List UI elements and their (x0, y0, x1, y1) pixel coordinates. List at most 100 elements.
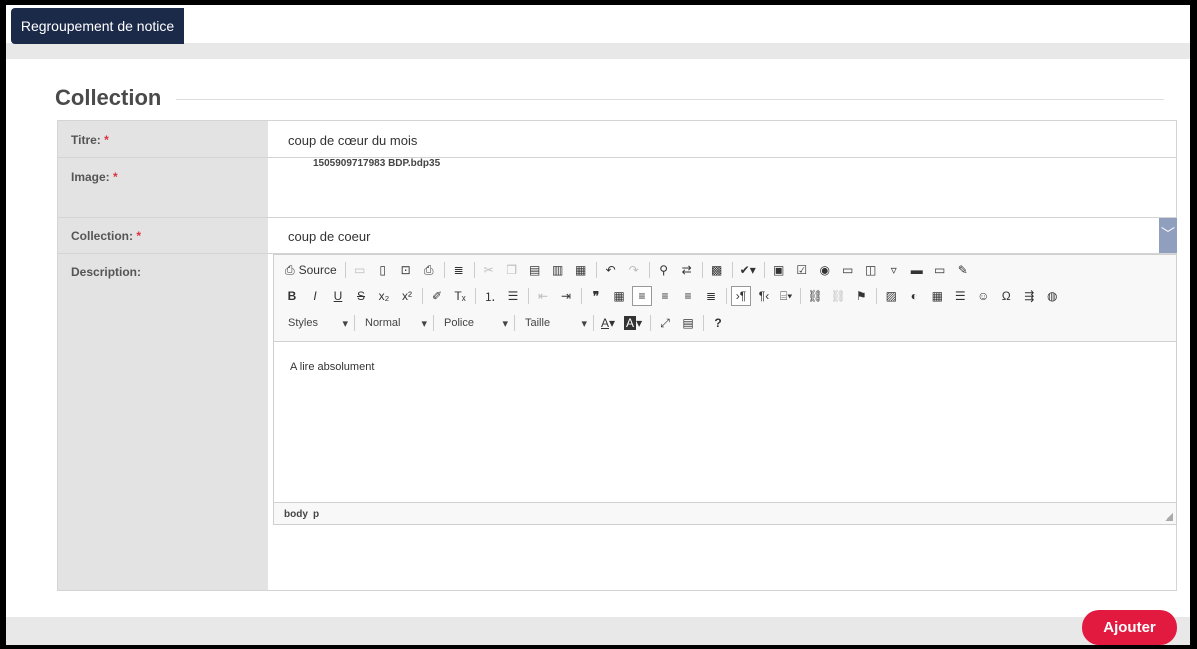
resize-handle-icon[interactable] (1165, 513, 1173, 521)
separator (475, 288, 476, 304)
description-label: Description: (71, 265, 142, 279)
indent-icon[interactable]: ⇥ (556, 286, 576, 306)
font-dropdown[interactable]: Police ▾ (438, 313, 512, 333)
format-dropdown[interactable]: Normal ▾ (359, 313, 431, 333)
section-divider (176, 99, 1164, 100)
flash-icon[interactable]: ◐ (904, 286, 924, 306)
spellcheck-icon[interactable]: ✔▾ (737, 260, 759, 280)
strike-icon[interactable]: S (351, 286, 371, 306)
collection-select[interactable]: coup de coeur (288, 229, 1148, 244)
replace-icon[interactable]: ⇄ (677, 260, 697, 280)
outdent-icon[interactable]: ⇤ (533, 286, 553, 306)
path-item-body[interactable]: body (284, 509, 308, 520)
show-blocks-icon[interactable]: ▤ (678, 313, 698, 333)
separator (800, 288, 802, 304)
form-icon[interactable]: ▣ (769, 260, 789, 280)
separator (763, 262, 765, 278)
smiley-icon[interactable]: ☺ (973, 286, 993, 306)
dropdown-arrow-icon: ▾ (502, 317, 508, 330)
justify-icon[interactable]: ≣ (701, 286, 721, 306)
anchor-icon[interactable]: ⚑ (851, 286, 871, 306)
toolbar-row-2: B I U S x₂ x² ✐ Tₓ ⒈ ☰ ⇤ ⇥ ❞ ▦ ≡ ≡ ≡ ≣ ›… (282, 285, 1065, 307)
divider (58, 157, 1176, 158)
image-label: Image: * (71, 170, 118, 184)
button-icon[interactable]: ▬ (907, 260, 927, 280)
divider (58, 217, 1176, 218)
separator (595, 262, 597, 278)
bold-icon[interactable]: B (282, 286, 302, 306)
textfield-icon[interactable]: ▭ (838, 260, 858, 280)
link-icon[interactable]: ⛓ (805, 286, 825, 306)
copy-format-icon[interactable]: ✐ (427, 286, 447, 306)
align-center-icon[interactable]: ≡ (655, 286, 675, 306)
ajouter-button[interactable]: Ajouter (1082, 610, 1177, 645)
editor-content[interactable]: A lire absolument (290, 361, 374, 373)
templates-icon[interactable]: ≣ (449, 260, 469, 280)
select-field-icon[interactable]: ▿ (884, 260, 904, 280)
print-icon[interactable]: ⎙ (419, 260, 439, 280)
redo-icon[interactable]: ↷ (624, 260, 644, 280)
unlink-icon[interactable]: ⛓ (828, 286, 848, 306)
maximize-icon[interactable]: ⤢ (655, 313, 675, 333)
italic-icon[interactable]: I (305, 286, 325, 306)
separator (726, 288, 727, 304)
dropdown-arrow-icon: ▾ (581, 317, 587, 330)
save-icon[interactable]: ▭ (350, 260, 370, 280)
separator (593, 315, 594, 331)
tab-regroupement-de-notice[interactable]: Regroupement de notice (11, 8, 184, 44)
language-icon[interactable]: ⌸▾ (777, 286, 795, 306)
path-item-p[interactable]: p (313, 509, 319, 520)
superscript-icon[interactable]: x² (397, 286, 417, 306)
separator (650, 315, 652, 331)
select-all-icon[interactable]: ▩ (707, 260, 727, 280)
help-icon[interactable]: ? (708, 313, 728, 333)
iframe-icon[interactable]: ◍ (1042, 286, 1062, 306)
image-button-icon[interactable]: ▭ (930, 260, 950, 280)
rtl-icon[interactable]: ¶‹ (754, 286, 774, 306)
horizontal-rule-icon[interactable]: ☰ (950, 286, 970, 306)
ltr-icon[interactable]: ›¶ (731, 286, 751, 306)
underline-icon[interactable]: U (328, 286, 348, 306)
paste-word-icon[interactable]: ▦ (571, 260, 591, 280)
numbered-list-icon[interactable]: ⒈ (480, 286, 500, 306)
separator (648, 262, 650, 278)
text-color-icon[interactable]: A ▾ (598, 313, 618, 333)
div-icon[interactable]: ▦ (609, 286, 629, 306)
preview-icon[interactable]: ⊡ (396, 260, 416, 280)
subscript-icon[interactable]: x₂ (374, 286, 394, 306)
size-dropdown[interactable]: Taille ▾ (519, 313, 591, 333)
section-title: Collection (55, 85, 162, 110)
cut-icon[interactable]: ✂ (479, 260, 499, 280)
image-icon[interactable]: ▨ (881, 286, 901, 306)
separator (876, 288, 878, 304)
remove-format-icon[interactable]: Tₓ (450, 286, 470, 306)
checkbox-icon[interactable]: ☑ (792, 260, 812, 280)
image-filename[interactable]: 1505909717983 BDP.bdp35 (313, 158, 440, 169)
separator (422, 288, 423, 304)
page-break-icon[interactable]: ⇶ (1019, 286, 1039, 306)
textarea-icon[interactable]: ◫ (861, 260, 881, 280)
separator (433, 315, 434, 331)
special-char-icon[interactable]: Ω (996, 286, 1016, 306)
separator (514, 315, 515, 331)
align-right-icon[interactable]: ≡ (678, 286, 698, 306)
table-icon[interactable]: ▦ (927, 286, 947, 306)
radio-icon[interactable]: ◉ (815, 260, 835, 280)
source-button[interactable]: ⎙ Source (282, 260, 340, 280)
separator (703, 315, 705, 331)
copy-icon[interactable]: ❐ (502, 260, 522, 280)
undo-icon[interactable]: ↶ (601, 260, 621, 280)
styles-dropdown[interactable]: Styles ▾ (282, 313, 352, 333)
titre-input[interactable]: coup de cœur du mois (288, 133, 1168, 148)
background-color-icon[interactable]: A ▾ (621, 313, 645, 333)
label-column (58, 121, 268, 590)
paste-text-icon[interactable]: ▥ (548, 260, 568, 280)
blockquote-icon[interactable]: ❞ (586, 286, 606, 306)
align-left-icon[interactable]: ≡ (632, 286, 652, 306)
find-icon[interactable]: ⚲ (654, 260, 674, 280)
bulleted-list-icon[interactable]: ☰ (503, 286, 523, 306)
chevron-down-icon[interactable]: ﹀ (1159, 218, 1177, 253)
new-page-icon[interactable]: ▯ (373, 260, 393, 280)
paste-icon[interactable]: ▤ (525, 260, 545, 280)
hidden-field-icon[interactable]: ✎ (953, 260, 973, 280)
